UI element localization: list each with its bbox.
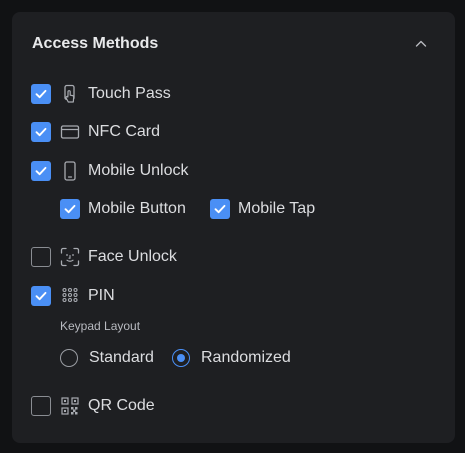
mobile-button-checkbox[interactable] <box>60 199 80 219</box>
randomized-label: Randomized <box>201 349 291 366</box>
section-title: Access Methods <box>32 35 159 52</box>
nfc-card-label: NFC Card <box>88 123 161 140</box>
nfc-card-option[interactable]: NFC Card <box>31 121 160 143</box>
checkmark-icon <box>214 204 226 214</box>
mobile-tap-checkbox[interactable] <box>210 199 230 219</box>
mobile-tap-option[interactable]: Mobile Tap <box>210 198 315 220</box>
mobile-button-option[interactable]: Mobile Button <box>60 198 186 220</box>
mobile-button-label: Mobile Button <box>88 200 186 217</box>
face-unlock-checkbox[interactable] <box>31 247 51 267</box>
face-scan-icon <box>60 247 80 267</box>
panel-header: Access Methods <box>32 34 435 54</box>
mobile-tap-label: Mobile Tap <box>238 200 316 217</box>
checkmark-icon <box>35 291 47 301</box>
mobile-unlock-option[interactable]: Mobile Unlock <box>31 160 188 182</box>
keypad-standard-option[interactable]: Standard <box>60 347 154 369</box>
mobile-unlock-label: Mobile Unlock <box>88 162 189 179</box>
pin-checkbox[interactable] <box>31 286 51 306</box>
checkmark-icon <box>35 127 47 137</box>
qr-code-checkbox[interactable] <box>31 396 51 416</box>
phone-tap-icon <box>60 84 80 104</box>
chevron-up-icon <box>415 40 427 47</box>
smartphone-icon <box>60 161 80 181</box>
touch-pass-option[interactable]: Touch Pass <box>31 83 171 105</box>
pin-label: PIN <box>88 287 115 304</box>
checkmark-icon <box>35 166 47 176</box>
qr-code-option[interactable]: QR Code <box>31 395 155 417</box>
face-unlock-option[interactable]: Face Unlock <box>31 246 177 268</box>
qr-code-label: QR Code <box>88 397 155 414</box>
card-icon <box>60 122 80 142</box>
access-methods-panel: Access Methods Touch Pass NFC Card Mobil… <box>12 12 455 443</box>
mobile-unlock-checkbox[interactable] <box>31 161 51 181</box>
nfc-card-checkbox[interactable] <box>31 122 51 142</box>
keypad-icon <box>60 286 80 306</box>
touch-pass-checkbox[interactable] <box>31 84 51 104</box>
qr-code-icon <box>60 396 80 416</box>
checkmark-icon <box>35 89 47 99</box>
pin-option[interactable]: PIN <box>31 285 115 307</box>
standard-radio[interactable] <box>60 349 78 367</box>
randomized-radio[interactable] <box>172 349 190 367</box>
keypad-layout-label: Keypad Layout <box>60 319 141 333</box>
keypad-randomized-option[interactable]: Randomized <box>172 347 291 369</box>
standard-label: Standard <box>89 349 154 366</box>
collapse-button[interactable] <box>411 34 431 54</box>
touch-pass-label: Touch Pass <box>88 85 171 102</box>
face-unlock-label: Face Unlock <box>88 248 177 265</box>
checkmark-icon <box>64 204 76 214</box>
